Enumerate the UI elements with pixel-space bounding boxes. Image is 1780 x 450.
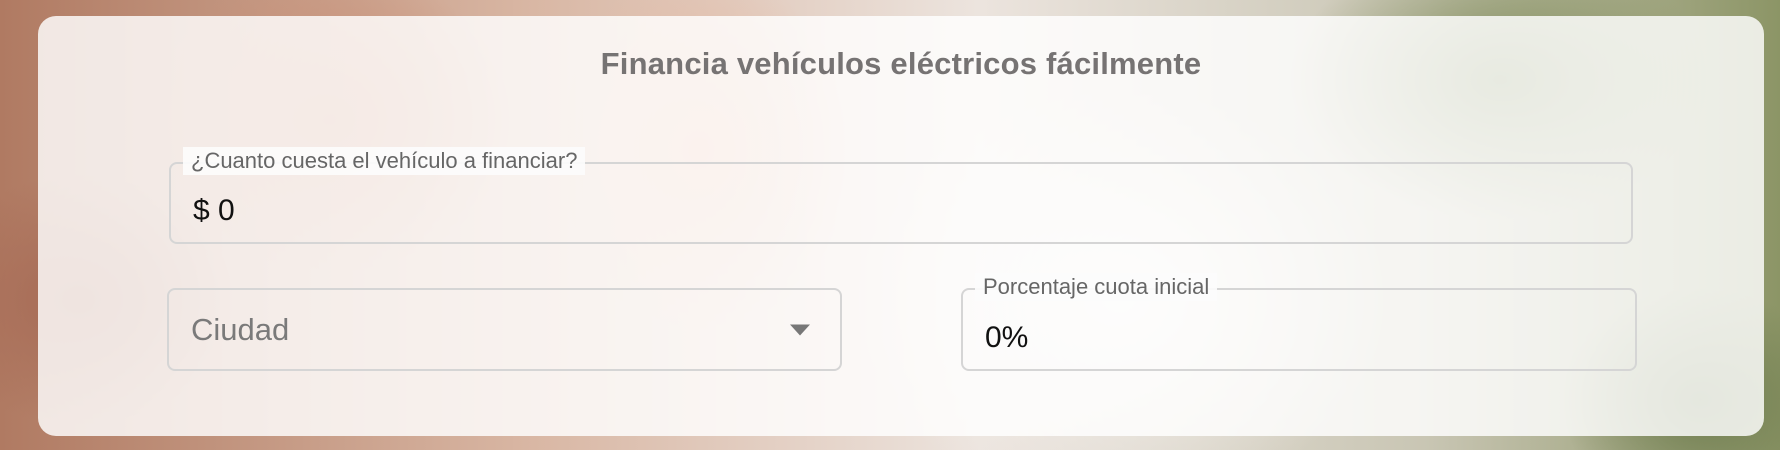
city-select[interactable]: Ciudad (167, 288, 842, 371)
chevron-down-icon[interactable] (790, 324, 810, 335)
vehicle-price-input[interactable]: $ 0 (193, 194, 235, 228)
hero-background: Financia vehículos eléctricos fácilmente… (0, 0, 1780, 450)
down-payment-input[interactable]: 0% (985, 321, 1028, 355)
financing-form-card: Financia vehículos eléctricos fácilmente… (38, 16, 1764, 436)
vehicle-price-label: ¿Cuanto cuesta el vehículo a financiar? (183, 147, 586, 175)
vehicle-price-field[interactable]: ¿Cuanto cuesta el vehículo a financiar? … (169, 147, 1633, 244)
down-payment-field[interactable]: Porcentaje cuota inicial 0% (961, 273, 1637, 371)
down-payment-label: Porcentaje cuota inicial (975, 273, 1218, 301)
city-select-placeholder: Ciudad (191, 311, 290, 347)
form-title: Financia vehículos eléctricos fácilmente (600, 46, 1202, 81)
